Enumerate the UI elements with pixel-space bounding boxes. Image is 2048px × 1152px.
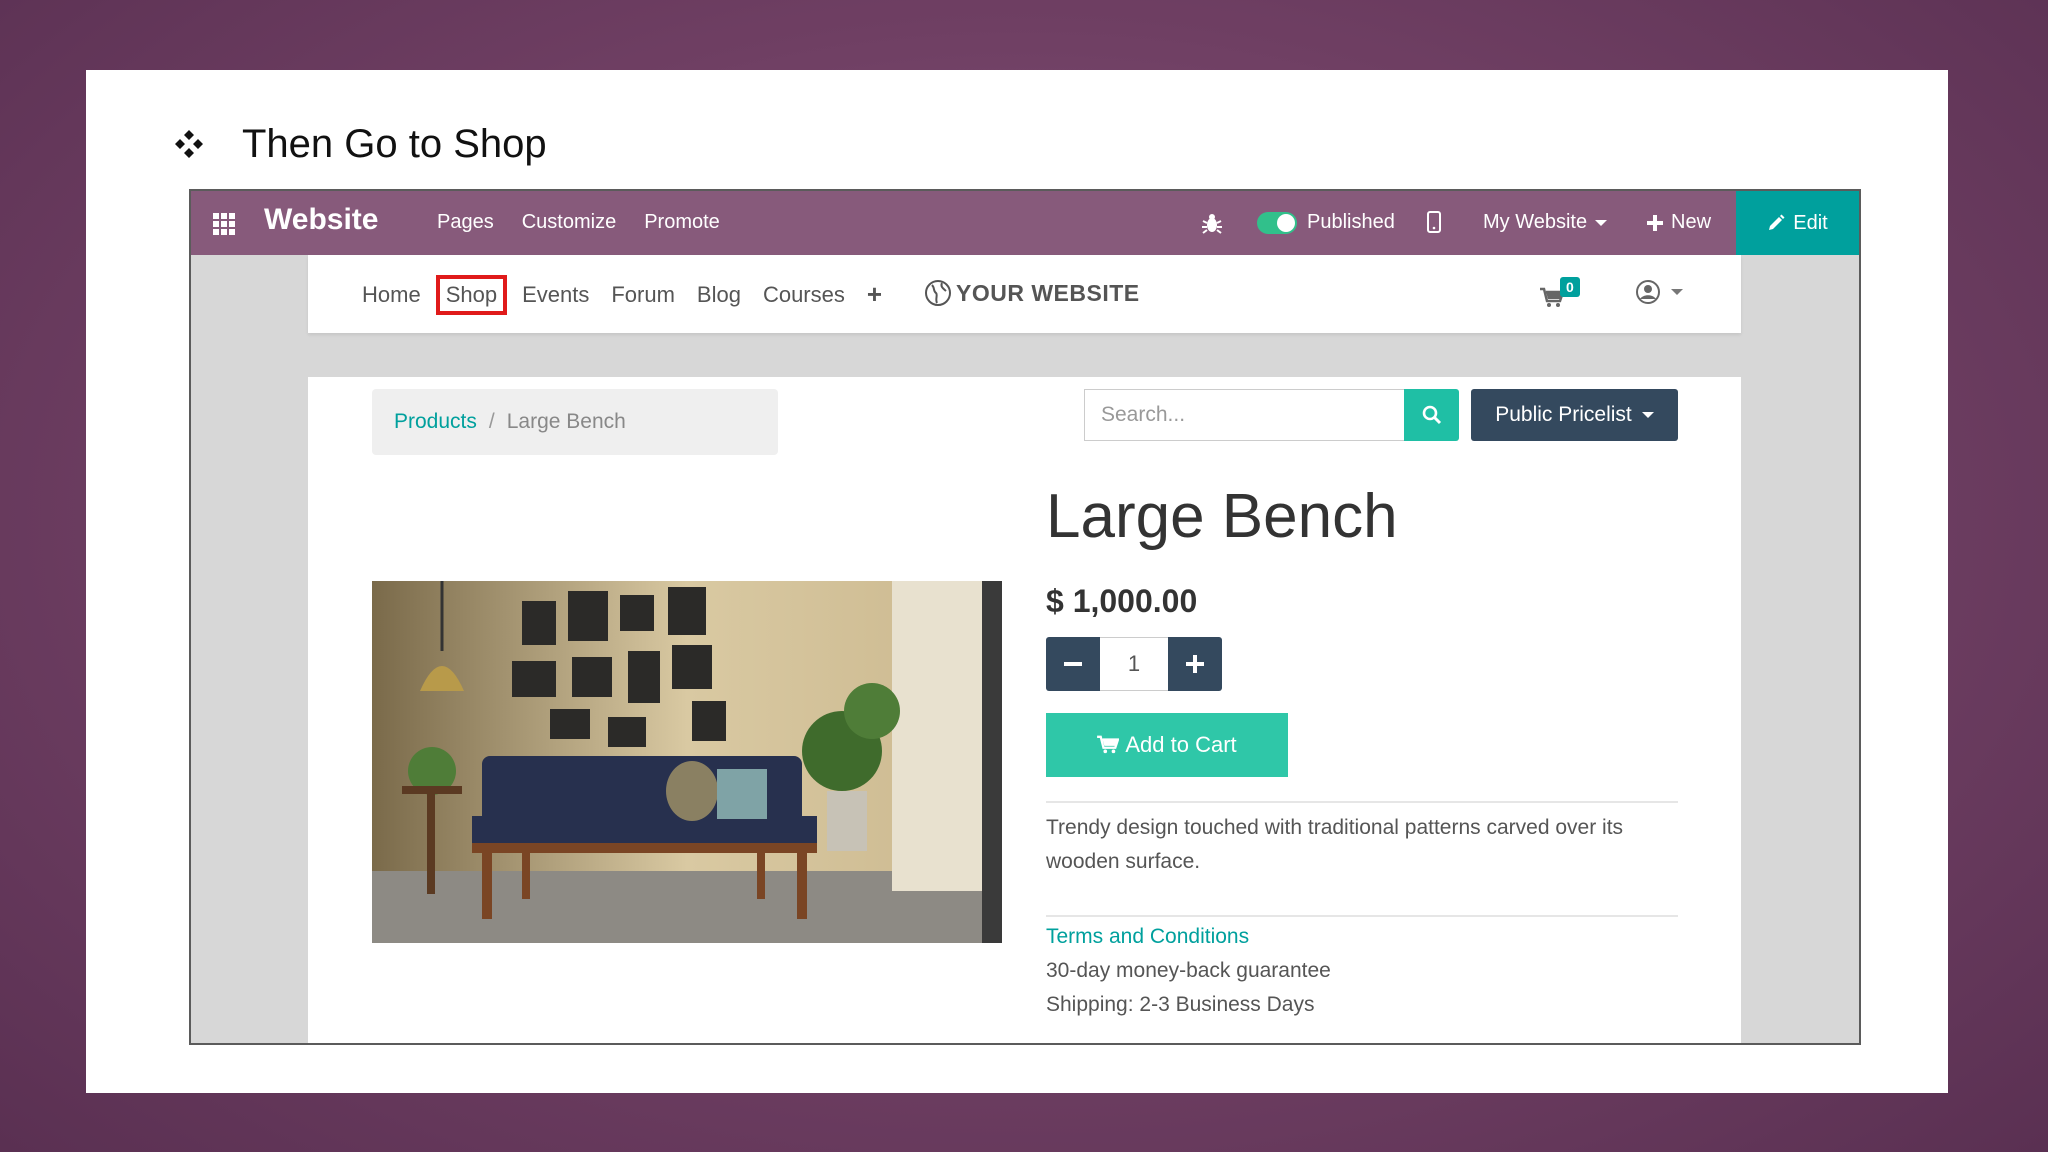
nav-events[interactable]: Events <box>522 282 589 308</box>
add-to-cart-label: Add to Cart <box>1125 732 1237 757</box>
nav-courses[interactable]: Courses <box>763 282 845 308</box>
shopping-cart-icon <box>1097 735 1120 754</box>
pricelist-label: Public Pricelist <box>1495 403 1632 426</box>
published-label[interactable]: Published <box>1307 211 1395 234</box>
breadcrumb-products-link[interactable]: Products <box>394 410 477 434</box>
new-button[interactable]: New <box>1647 211 1711 234</box>
decrease-quantity-button[interactable] <box>1046 637 1100 691</box>
mobile-preview-icon[interactable] <box>1427 211 1441 233</box>
divider <box>1046 801 1678 803</box>
nav-home[interactable]: Home <box>362 282 421 308</box>
admin-bar: Website Pages Customize Promote Publishe… <box>191 191 1859 255</box>
terms-and-conditions-link[interactable]: Terms and Conditions <box>1046 925 1249 949</box>
product-title: Large Bench <box>1046 482 1398 551</box>
my-website-dropdown[interactable]: My Website <box>1483 211 1608 234</box>
increase-quantity-button[interactable] <box>1168 637 1222 691</box>
site-logo[interactable]: YOUR WEBSITE <box>924 279 1140 307</box>
add-to-cart-button[interactable]: Add to Cart <box>1046 713 1288 777</box>
quantity-stepper: 1 <box>1046 637 1222 691</box>
apps-grid-icon[interactable] <box>213 213 235 235</box>
caret-down-icon <box>1671 289 1683 295</box>
pricelist-dropdown[interactable]: Public Pricelist <box>1471 389 1678 441</box>
user-menu[interactable] <box>1635 279 1683 305</box>
cart-button[interactable]: 0 <box>1540 277 1586 311</box>
breadcrumb: Products / Large Bench <box>372 389 778 455</box>
edit-button[interactable]: Edit <box>1736 191 1859 255</box>
breadcrumb-current: Large Bench <box>506 410 626 433</box>
presentation-slide: Then Go to Shop Website Pages Customize … <box>86 70 1948 1093</box>
four-diamond-bullet-icon <box>174 129 204 159</box>
slide-heading-text: Then Go to Shop <box>242 121 547 166</box>
minus-icon <box>1064 662 1082 666</box>
my-website-label: My Website <box>1483 211 1588 233</box>
quantity-input[interactable]: 1 <box>1100 637 1168 691</box>
guarantee-text: 30-day money-back guarantee <box>1046 959 1331 982</box>
admin-menu: Pages Customize Promote <box>437 211 720 234</box>
breadcrumb-separator: / <box>488 410 495 433</box>
app-title[interactable]: Website <box>264 203 378 237</box>
user-avatar-icon <box>1636 280 1660 304</box>
product-description: Trendy design touched with traditional p… <box>1046 816 1624 873</box>
pencil-icon <box>1769 214 1785 230</box>
site-navbar: Home Shop Events Forum Blog Courses + YO… <box>308 255 1741 333</box>
search-input[interactable]: Search... <box>1084 389 1404 441</box>
website-screenshot: Website Pages Customize Promote Publishe… <box>189 189 1861 1045</box>
search-button[interactable] <box>1404 389 1459 441</box>
globe-icon <box>925 280 951 306</box>
search-icon <box>1422 405 1441 425</box>
add-menu-item-button[interactable]: + <box>867 279 882 310</box>
menu-promote[interactable]: Promote <box>644 211 720 234</box>
product-page: Products / Large Bench Search... Public … <box>308 377 1741 1043</box>
nav-shop-highlighted[interactable]: Shop <box>435 274 508 315</box>
plus-icon <box>1186 655 1204 673</box>
caret-down-icon <box>1641 412 1654 418</box>
menu-customize[interactable]: Customize <box>522 211 616 234</box>
search-placeholder: Search... <box>1101 403 1186 426</box>
nav-forum[interactable]: Forum <box>611 282 675 308</box>
product-price: $ 1,000.00 <box>1046 583 1198 619</box>
cart-count-badge: 0 <box>1560 277 1580 297</box>
site-menu: Home Shop Events Forum Blog Courses + <box>362 274 882 315</box>
nav-blog[interactable]: Blog <box>697 282 741 308</box>
divider <box>1046 915 1678 917</box>
product-image[interactable] <box>372 581 1002 943</box>
menu-pages[interactable]: Pages <box>437 211 494 234</box>
edit-label: Edit <box>1793 211 1828 234</box>
bug-icon[interactable] <box>1201 211 1223 235</box>
published-toggle[interactable] <box>1257 212 1297 234</box>
shipping-text: Shipping: 2-3 Business Days <box>1046 993 1315 1016</box>
new-label: New <box>1671 211 1712 233</box>
caret-down-icon <box>1595 219 1608 226</box>
site-logo-text: YOUR WEBSITE <box>956 279 1140 306</box>
plus-icon <box>1647 214 1663 231</box>
slide-heading: Then Go to Shop <box>174 122 547 166</box>
